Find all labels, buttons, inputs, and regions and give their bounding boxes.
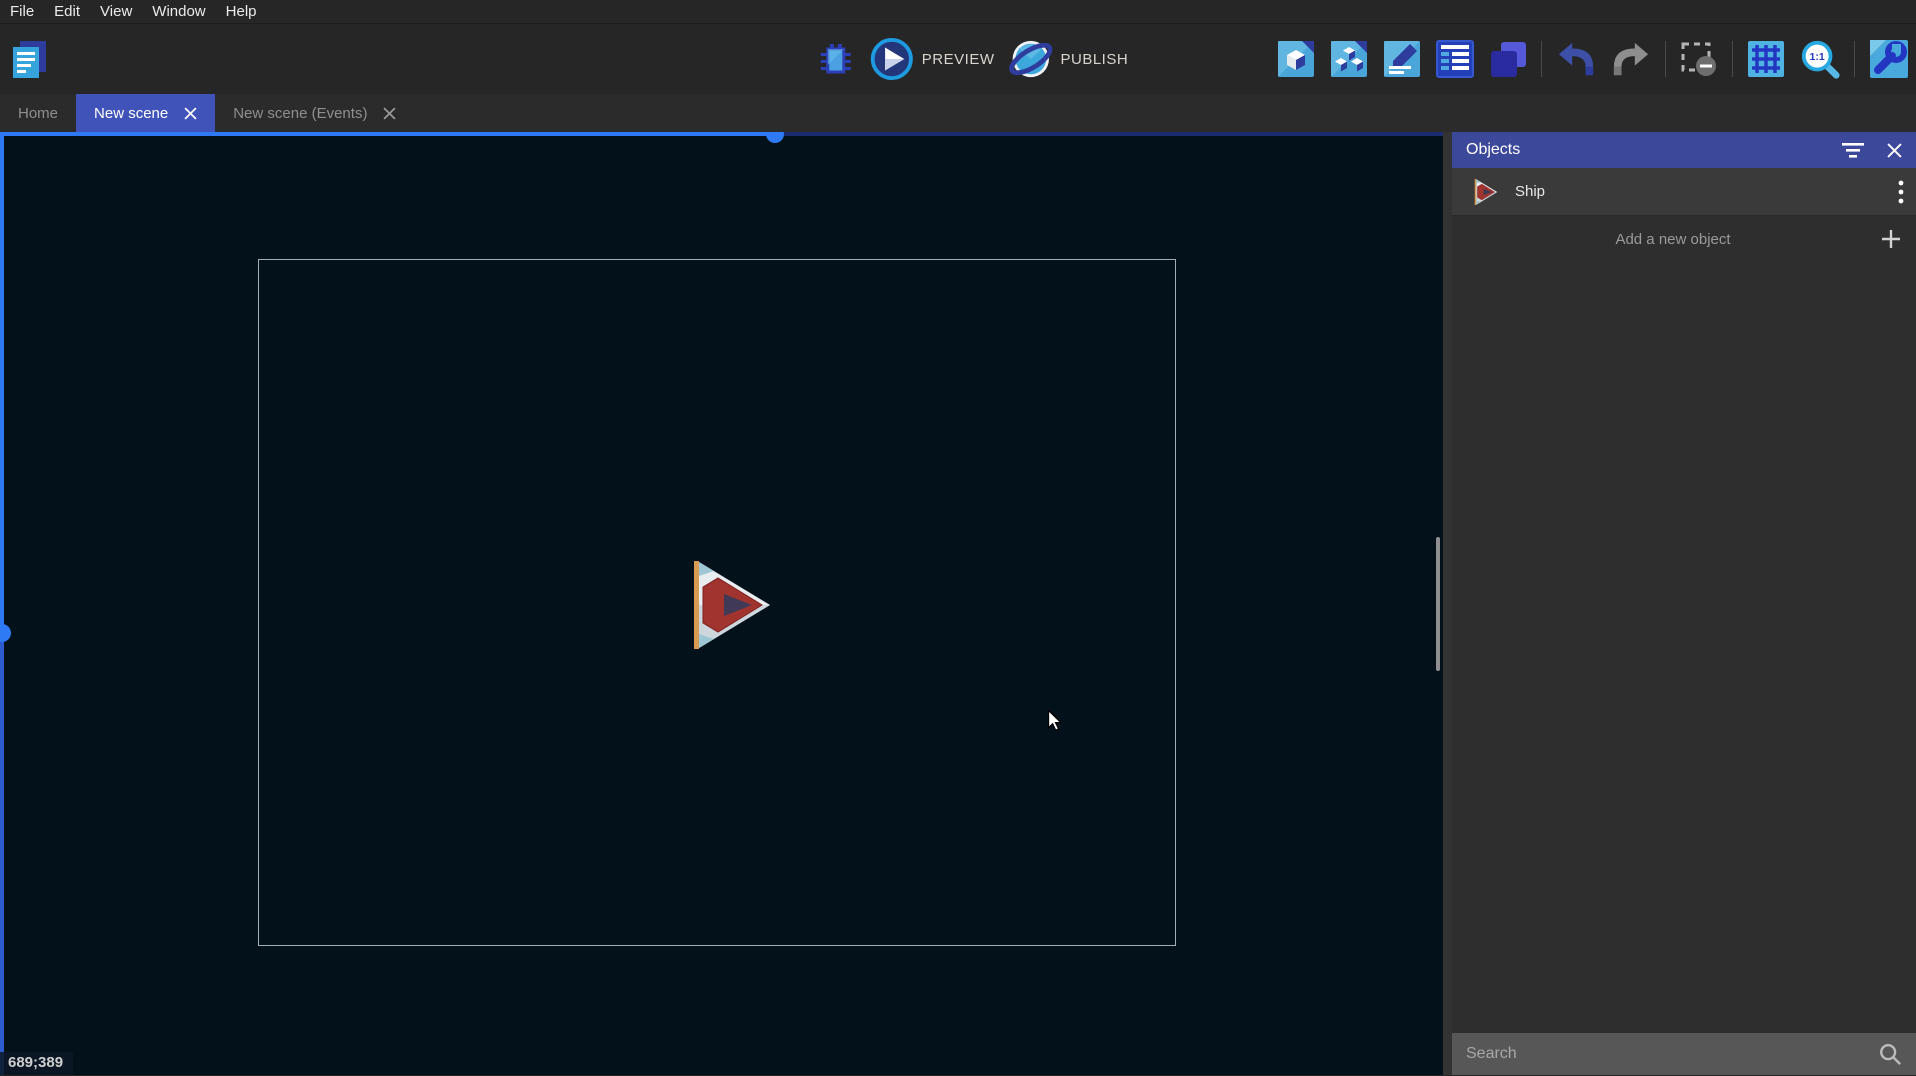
project-manager-button[interactable]	[6, 36, 52, 82]
open-instances-list-button[interactable]	[1435, 39, 1475, 79]
vertical-scrollbar-thumb[interactable]	[0, 624, 11, 642]
kebab-menu-icon[interactable]	[1898, 180, 1904, 204]
tab-home[interactable]: Home	[0, 94, 76, 132]
object-list-item-ship[interactable]: Ship	[1452, 168, 1916, 216]
object-name-label: Ship	[1515, 183, 1898, 200]
search-icon[interactable]	[1878, 1042, 1902, 1066]
preview-label: PREVIEW	[922, 51, 995, 68]
tab-new-scene[interactable]: New scene	[76, 94, 215, 132]
scene-editor-canvas[interactable]: 689;389	[0, 132, 1443, 1075]
objects-search-bar	[1452, 1033, 1916, 1075]
preview-button[interactable]: PREVIEW	[870, 37, 995, 81]
horizontal-scrollbar-fill[interactable]	[0, 132, 775, 136]
zoom-1-1-icon: 1:1	[1799, 38, 1841, 80]
objects-panel-title: Objects	[1466, 141, 1819, 159]
editor-tab-bar: Home New scene New scene (Events)	[0, 94, 1916, 132]
horizontal-scrollbar-thumb[interactable]	[766, 132, 784, 143]
publish-label: PUBLISH	[1060, 51, 1128, 68]
menu-bar: File Edit View Window Help	[0, 0, 1916, 24]
toolbar-separator	[1665, 41, 1666, 77]
debug-button[interactable]	[816, 39, 856, 79]
toggle-instances-mask-button[interactable]	[1679, 40, 1719, 78]
zoom-original-button[interactable]: 1:1	[1799, 38, 1841, 80]
undo-button[interactable]	[1555, 40, 1597, 78]
menu-view[interactable]: View	[100, 3, 132, 20]
open-objects-editor-button[interactable]	[1276, 39, 1316, 79]
workspace: 689;389 Objects Ship	[0, 132, 1916, 1075]
open-object-groups-editor-button[interactable]	[1329, 39, 1369, 79]
toolbar-separator	[1732, 41, 1733, 77]
redo-button[interactable]	[1610, 40, 1652, 78]
object-groups-icon	[1329, 39, 1369, 79]
tab-new-scene-events[interactable]: New scene (Events)	[215, 94, 414, 132]
preview-play-icon	[870, 37, 914, 81]
filter-icon[interactable]	[1841, 141, 1865, 159]
objects-search-input[interactable]	[1466, 1045, 1878, 1063]
toolbar-separator	[1541, 41, 1542, 77]
publish-globe-icon	[1008, 37, 1052, 81]
publish-button[interactable]: PUBLISH	[1008, 37, 1128, 81]
tab-new-scene-events-label: New scene (Events)	[233, 105, 367, 122]
open-layers-editor-button[interactable]	[1488, 39, 1528, 79]
cursor-coordinates-label: 689;389	[0, 1052, 73, 1075]
project-manager-icon	[6, 36, 52, 82]
scene-setup-button[interactable]	[1868, 38, 1910, 80]
plus-icon	[1880, 228, 1902, 250]
menu-help[interactable]: Help	[226, 3, 257, 20]
objects-panel-header: Objects	[1452, 132, 1916, 168]
mouse-cursor-icon	[1048, 710, 1062, 731]
close-tab-icon[interactable]	[383, 107, 396, 120]
launch-buttons: PREVIEW PUBLISH	[816, 24, 1128, 94]
toolbar-separator	[1854, 41, 1855, 77]
scene-setup-wrench-icon	[1868, 38, 1910, 80]
instances-mask-icon	[1679, 40, 1719, 78]
toggle-grid-button[interactable]	[1746, 39, 1786, 79]
undo-arrow-icon	[1555, 40, 1597, 78]
ship-sprite-instance[interactable]	[672, 561, 772, 649]
panel-vertical-scrollbar[interactable]	[1436, 537, 1440, 671]
horizontal-scrollbar-track[interactable]	[775, 132, 1443, 136]
main-toolbar: PREVIEW PUBLISH	[0, 24, 1916, 94]
menu-edit[interactable]: Edit	[54, 3, 80, 20]
ship-thumbnail-icon	[1468, 179, 1498, 205]
vertical-scrollbar-fill[interactable]	[0, 132, 4, 633]
close-panel-icon[interactable]	[1887, 143, 1902, 158]
vertical-scrollbar-track[interactable]	[0, 633, 4, 1075]
redo-arrow-icon	[1610, 40, 1652, 78]
panel-resize-handle[interactable]	[1443, 132, 1452, 1075]
grid-icon	[1746, 39, 1786, 79]
instances-list-icon	[1435, 39, 1475, 79]
tab-new-scene-label: New scene	[94, 105, 168, 122]
menu-window[interactable]: Window	[152, 3, 205, 20]
debug-bug-icon	[816, 39, 856, 79]
objects-panel-empty-area	[1452, 262, 1916, 1033]
editor-toolbar-icons: 1:1	[1276, 24, 1910, 94]
close-tab-icon[interactable]	[184, 107, 197, 120]
svg-text:1:1: 1:1	[1810, 51, 1825, 63]
objects-editor-icon	[1276, 39, 1316, 79]
layers-icon	[1488, 39, 1528, 79]
tab-home-label: Home	[18, 105, 58, 122]
objects-panel: Objects Ship Add a new object	[1452, 132, 1916, 1075]
properties-pencil-icon	[1382, 39, 1422, 79]
menu-file[interactable]: File	[10, 3, 34, 20]
open-properties-button[interactable]	[1382, 39, 1422, 79]
add-new-object-label: Add a new object	[1466, 231, 1880, 248]
add-new-object-button[interactable]: Add a new object	[1452, 216, 1916, 262]
